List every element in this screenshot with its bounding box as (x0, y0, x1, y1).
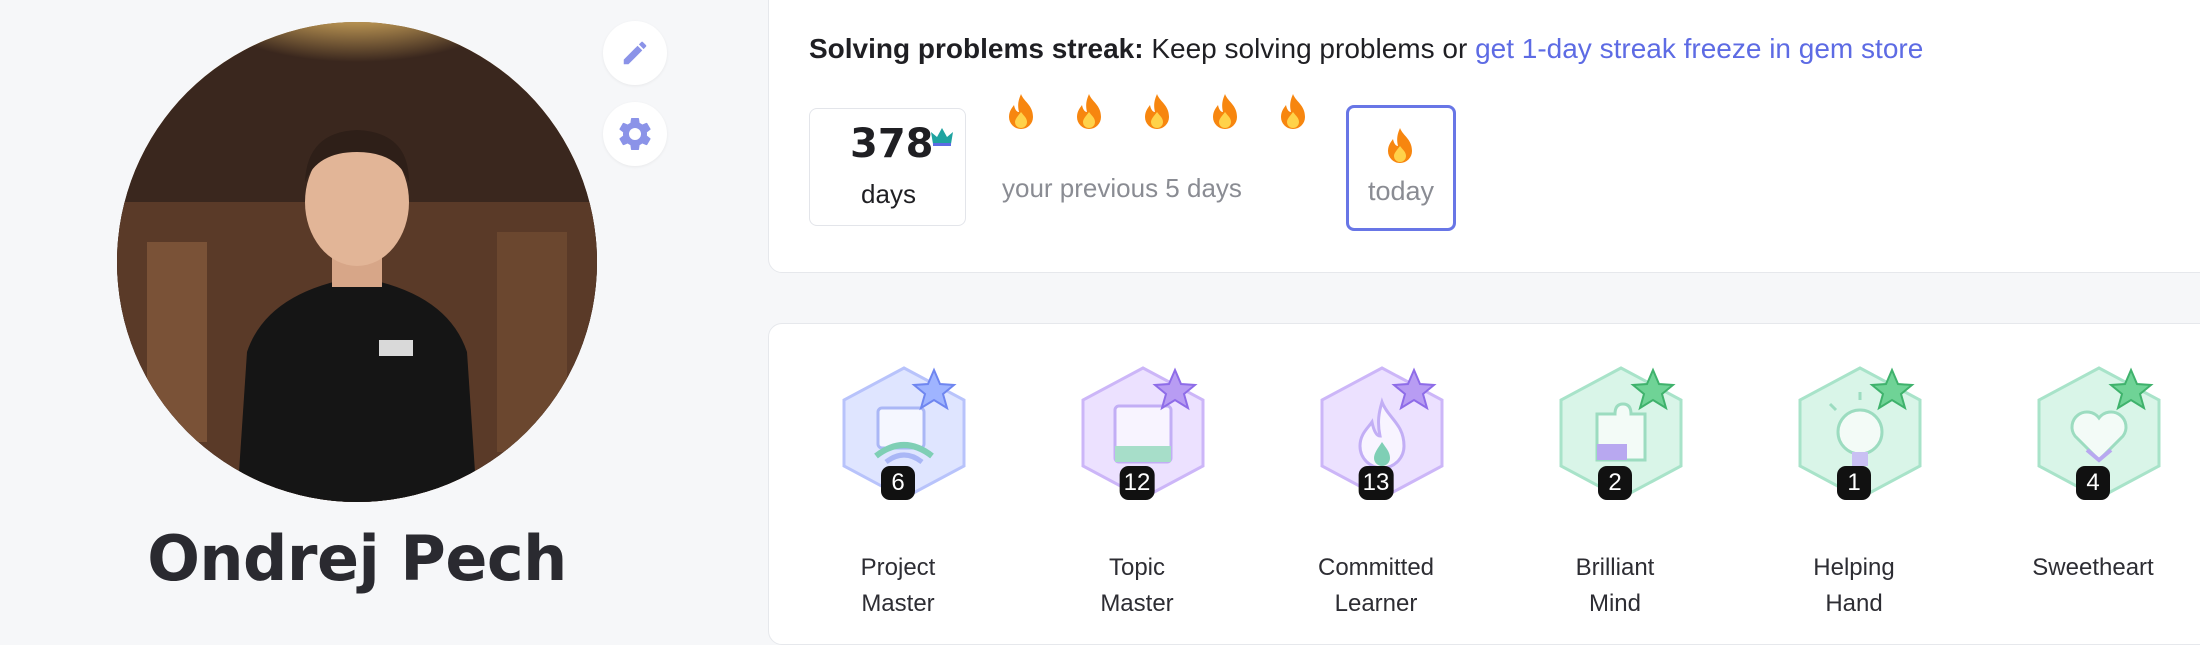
badge-count: 2 (1598, 466, 1632, 500)
streak-days-count: 378 (850, 121, 934, 167)
today-box: today (1346, 105, 1456, 231)
streak-title: Solving problems streak: Keep solving pr… (809, 33, 1923, 65)
settings-button[interactable] (603, 102, 667, 166)
flame-icon (1281, 94, 1305, 129)
flame-icon (1145, 94, 1169, 129)
badge-name: Brilliant Mind (1515, 550, 1715, 622)
streak-days-label: days (861, 179, 916, 209)
previous-days-label: your previous 5 days (1002, 173, 1242, 203)
today-label: today (1367, 176, 1435, 206)
badge-count: 13 (1358, 466, 1394, 500)
flame-icon (1009, 94, 1033, 129)
badge-name-line2: Master (1100, 590, 1174, 617)
pencil-icon (623, 41, 647, 65)
avatar (117, 22, 597, 502)
streak-freeze-link[interactable]: get 1-day streak freeze in gem store (1475, 33, 1923, 64)
badge-count: 6 (881, 466, 915, 500)
badge-name-line2: Learner (1334, 590, 1418, 617)
streak-card: Solving problems streak: Keep solving pr… (768, 0, 2200, 273)
badge-name: Sweetheart (1993, 550, 2193, 586)
edit-profile-button[interactable] (603, 21, 667, 85)
badge-name-line2: Mind (1588, 590, 1642, 617)
badge-count: 4 (2076, 466, 2110, 500)
crown-icon (931, 128, 953, 146)
badge-name-line1: Project (860, 554, 936, 581)
badge-name: Helping Hand (1754, 550, 1954, 622)
badge-name: Project Master (798, 550, 998, 622)
badge-name-line2: Master (861, 590, 935, 617)
badge-name-line1: Committed (1317, 554, 1435, 581)
badge-name-line1: Sweetheart (2032, 554, 2154, 581)
badge-name: Topic Master (1037, 550, 1237, 622)
streak-days-box: 378 days (809, 108, 966, 226)
flame-icon (1388, 128, 1412, 163)
badges-card: 6 Project Master 12 Topic Master 13 Comm… (768, 323, 2200, 645)
badge-name-line1: Brilliant (1575, 554, 1655, 581)
badge-count: 1 (1837, 466, 1871, 500)
flame-icon (1077, 94, 1101, 129)
badge-name-line1: Helping (1813, 554, 1895, 581)
flame-icon (1213, 94, 1237, 129)
badge-count: 12 (1119, 466, 1155, 500)
streak-title-text: Keep solving problems or (1143, 33, 1476, 64)
badge-name: Committed Learner (1276, 550, 1476, 622)
user-name: Ondrej Pech (147, 522, 567, 595)
streak-title-bold: Solving problems streak: (809, 33, 1144, 64)
badge-name-line2: Hand (1825, 590, 1883, 617)
profile-photo (117, 22, 597, 502)
badge-name-line1: Topic (1108, 554, 1166, 581)
gear-icon (619, 117, 651, 150)
